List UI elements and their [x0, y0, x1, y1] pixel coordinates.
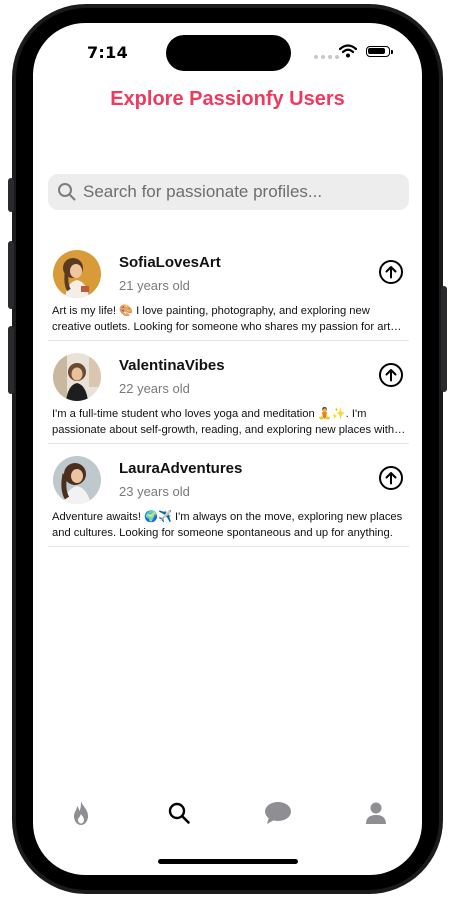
profile-name: SofiaLovesArt	[119, 254, 221, 271]
tab-search[interactable]	[159, 793, 199, 833]
search-icon	[57, 182, 77, 202]
profile-age: 22 years old	[119, 381, 190, 396]
search-icon	[168, 802, 190, 824]
view-profile-button[interactable]	[379, 260, 403, 284]
arrow-up-icon	[385, 472, 397, 485]
chat-bubble-icon	[265, 802, 291, 824]
wifi-icon	[339, 44, 357, 58]
cellular-signal-icon	[314, 55, 339, 59]
arrow-up-icon	[385, 369, 397, 382]
status-time: 7:14	[87, 43, 128, 62]
volume-down-button	[8, 326, 14, 394]
person-icon	[366, 802, 386, 824]
tab-discover[interactable]	[61, 793, 101, 833]
profile-card[interactable]: ValentinaVibes 22 years old I'm a full-t…	[48, 348, 409, 444]
view-profile-button[interactable]	[379, 363, 403, 387]
search-bar[interactable]	[48, 174, 409, 210]
battery-icon	[366, 46, 393, 57]
avatar[interactable]	[53, 353, 101, 401]
profile-bio: I'm a full-time student who loves yoga a…	[52, 408, 395, 436]
page-title: Explore Passionfy Users	[110, 88, 345, 110]
profile-bio: Art is my life! 🎨 I love painting, photo…	[52, 305, 391, 333]
tab-messages[interactable]	[258, 793, 298, 833]
profile-name: LauraAdventures	[119, 460, 243, 477]
power-button	[441, 286, 447, 392]
home-indicator[interactable]	[158, 859, 298, 864]
profile-name: ValentinaVibes	[119, 357, 225, 374]
flame-icon	[74, 801, 88, 825]
avatar[interactable]	[53, 250, 101, 298]
tab-profile[interactable]	[356, 793, 396, 833]
profile-card[interactable]: LauraAdventures 23 years old Adventure a…	[48, 451, 409, 547]
profile-bio: Adventure awaits! 🌍✈️ I'm always on the …	[52, 511, 403, 539]
avatar[interactable]	[53, 456, 101, 504]
action-button	[8, 178, 14, 212]
tab-bar	[33, 793, 422, 833]
view-profile-button[interactable]	[379, 466, 403, 490]
volume-up-button	[8, 241, 14, 309]
dynamic-island	[166, 35, 291, 71]
profile-age: 23 years old	[119, 484, 190, 499]
search-input[interactable]	[83, 182, 383, 202]
app-screen: 7:14 Explore Passionfy Users SofiaLovesA…	[33, 23, 422, 875]
profile-age: 21 years old	[119, 278, 190, 293]
arrow-up-icon	[385, 266, 397, 279]
profile-card[interactable]: SofiaLovesArt 21 years old Art is my lif…	[48, 245, 409, 341]
